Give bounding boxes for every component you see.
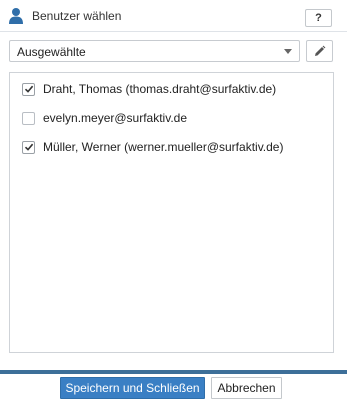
chevron-down-icon bbox=[284, 49, 292, 54]
dialog-footer: Speichern und Schließen Abbrechen bbox=[0, 374, 347, 403]
list-item[interactable]: evelyn.meyer@surfaktiv.de bbox=[22, 108, 187, 128]
filter-select[interactable]: Ausgewählte bbox=[9, 40, 300, 62]
checkbox[interactable] bbox=[22, 140, 35, 154]
list-item[interactable]: Müller, Werner (werner.mueller@surfaktiv… bbox=[22, 137, 283, 157]
pencil-icon bbox=[315, 45, 326, 56]
edit-button[interactable] bbox=[306, 40, 333, 62]
list-item[interactable]: Draht, Thomas (thomas.draht@surfaktiv.de… bbox=[22, 79, 276, 99]
check-icon bbox=[24, 143, 33, 151]
checkbox[interactable] bbox=[22, 82, 35, 96]
filter-select-value: Ausgewählte bbox=[17, 45, 86, 59]
checkbox[interactable] bbox=[22, 111, 35, 125]
list-item-label: Draht, Thomas (thomas.draht@surfaktiv.de… bbox=[43, 82, 277, 96]
save-and-close-button[interactable]: Speichern und Schließen bbox=[60, 377, 205, 399]
help-button[interactable]: ? bbox=[305, 9, 332, 27]
user-list: Draht, Thomas (thomas.draht@surfaktiv.de… bbox=[9, 72, 334, 353]
user-icon bbox=[9, 8, 23, 24]
dialog-title: Benutzer wählen bbox=[32, 9, 122, 23]
cancel-button[interactable]: Abbrechen bbox=[211, 377, 282, 399]
list-item-label: Müller, Werner (werner.mueller@surfaktiv… bbox=[43, 140, 284, 154]
list-item-label: evelyn.meyer@surfaktiv.de bbox=[43, 111, 188, 125]
dialog-header: Benutzer wählen ? bbox=[0, 0, 347, 32]
check-icon bbox=[24, 85, 33, 93]
